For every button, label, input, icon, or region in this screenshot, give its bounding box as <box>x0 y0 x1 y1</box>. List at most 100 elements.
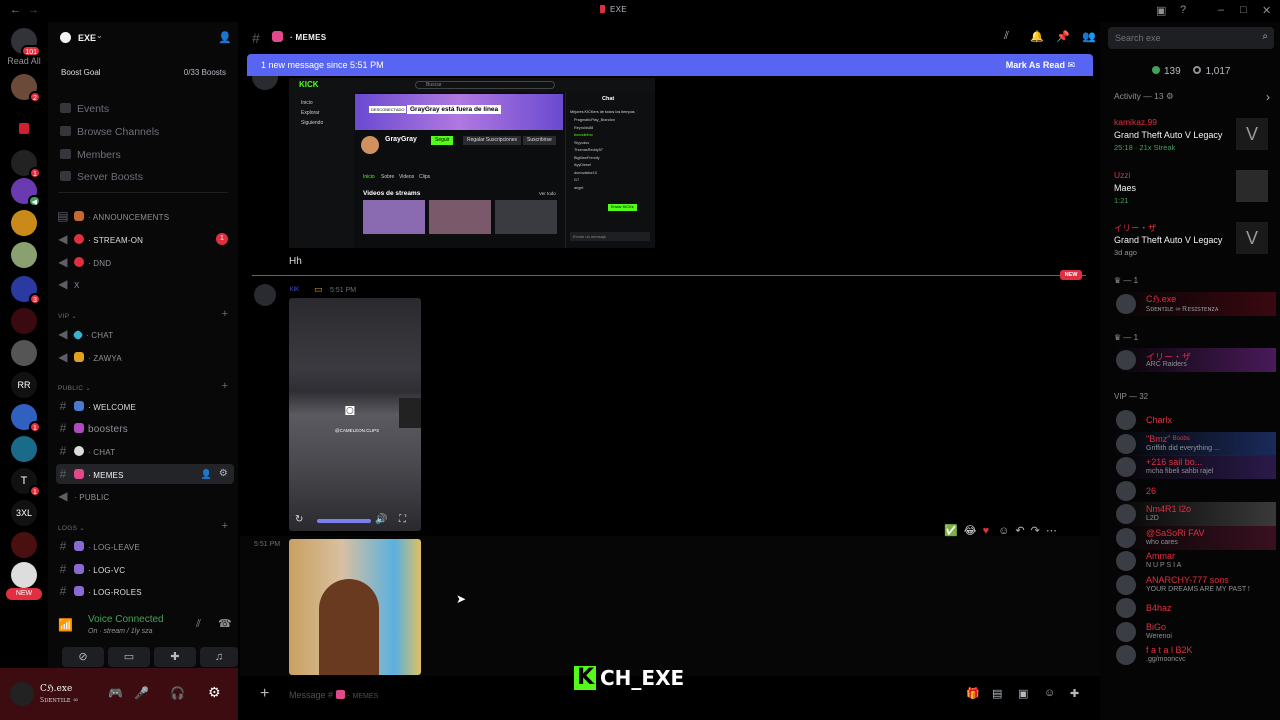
apps-icon[interactable]: ✚ <box>1070 687 1079 700</box>
screen-share-button[interactable]: ▭ <box>108 647 150 667</box>
server-icon[interactable] <box>11 562 37 588</box>
username[interactable]: Cℌ.exe <box>40 684 72 694</box>
server-icon[interactable]: 2 <box>11 74 41 103</box>
member-item[interactable]: BiGo Werenoi <box>1114 620 1276 644</box>
server-icon[interactable] <box>11 532 37 558</box>
activity-user[interactable]: Uzzi <box>1114 170 1131 180</box>
member-item[interactable]: ANARCHY-777 sons YOUR DREAMS ARE MY PAST … <box>1114 573 1276 597</box>
channel-boosters[interactable]: # boosters <box>56 418 234 438</box>
channel-stream-on[interactable]: ◀ · STREAM-ON 1 <box>56 229 234 249</box>
check-reaction-icon[interactable]: ✅ <box>944 524 958 537</box>
channel-public-chat[interactable]: # · CHAT <box>56 441 234 461</box>
minimize-icon[interactable]: – <box>1218 4 1224 16</box>
member-item[interactable]: +216 sail bo... mcha fibeli sahbi rajel <box>1114 455 1276 479</box>
server-icon[interactable]: 3XL <box>11 500 37 526</box>
channel-dnd[interactable]: ◀ · DND <box>56 252 234 272</box>
mark-as-read-button[interactable]: Mark As Read ✉ <box>1006 60 1075 71</box>
fullscreen-icon[interactable]: ⛶ <box>399 514 406 525</box>
avatar[interactable] <box>252 76 278 90</box>
volume-icon[interactable]: 🔊 <box>375 514 387 525</box>
heart-reaction-icon[interactable]: ♥ <box>983 525 990 537</box>
add-channel-icon[interactable]: + <box>222 308 228 320</box>
sticker-icon[interactable]: ▣ <box>1018 687 1028 700</box>
signal-icon[interactable]: 📶 <box>58 618 73 632</box>
message-author[interactable]: ᴷᴵᴷ <box>290 285 299 295</box>
member-item[interactable]: @SaSoRi FAV who cares <box>1114 525 1276 550</box>
message-input[interactable]: Message # · MEMES <box>289 690 378 700</box>
channel-log-roles[interactable]: # · LOG-ROLES <box>56 581 234 601</box>
server-icon[interactable] <box>11 436 37 462</box>
members-link[interactable]: Members <box>60 146 121 164</box>
video-attachment[interactable]: ◙ @CAMELEON.CLIPS ↻ 🔊 ⛶ <box>289 298 421 531</box>
forward-arrow-icon[interactable]: → <box>28 4 39 16</box>
channel-x[interactable]: ◀ X <box>56 274 234 294</box>
disconnect-icon[interactable]: ☎ <box>218 617 232 630</box>
avatar[interactable] <box>254 284 276 306</box>
server-icon[interactable] <box>11 340 37 366</box>
back-arrow-icon[interactable]: ← <box>10 4 21 16</box>
boost-goal-label[interactable]: Boost Goal <box>61 68 101 77</box>
game-controller-icon[interactable]: 🎮 <box>108 686 123 700</box>
mute-icon[interactable]: 🎤 <box>134 686 149 700</box>
noise-suppression-icon[interactable]: ⫽ <box>196 618 201 631</box>
emoji-icon[interactable]: ☺ <box>1044 687 1055 699</box>
server-icon[interactable] <box>11 210 37 236</box>
close-icon[interactable]: ✕ <box>1262 4 1271 17</box>
new-unreads-pill[interactable]: NEW <box>6 588 42 600</box>
invite-icon[interactable]: 👤 <box>201 464 212 484</box>
channel-vip-chat[interactable]: ◀ · CHAT <box>56 324 234 344</box>
more-options-icon[interactable]: ⋯ <box>1046 524 1057 537</box>
activity-user[interactable]: イリー・ザ <box>1114 222 1157 234</box>
image-attachment[interactable] <box>289 539 421 675</box>
member-item[interactable]: "Bmz" ᴮᵒᵒᵇˢ Griffith did everything ... <box>1114 431 1276 456</box>
server-icon[interactable]: 3 <box>11 276 41 305</box>
member-item[interactable]: イリー・ザ ARC Raiders <box>1114 348 1276 372</box>
category-vip[interactable]: VIP ⌄ <box>58 312 77 320</box>
server-icon[interactable] <box>11 116 37 142</box>
chevron-right-icon[interactable]: › <box>1266 90 1270 104</box>
forward-icon[interactable]: ↷ <box>1031 524 1040 537</box>
video-progress-bar[interactable] <box>317 519 371 523</box>
server-icon-exe[interactable]: 1 <box>11 150 41 179</box>
inbox-icon[interactable]: ▣ <box>1156 4 1166 17</box>
search-input[interactable]: Search exe ⌕ <box>1108 27 1274 49</box>
channel-public-voice[interactable]: ◀ · PUBLIC <box>56 486 234 506</box>
voice-connected-label[interactable]: Voice Connected <box>88 614 164 625</box>
gift-icon[interactable]: 🎁 <box>966 687 980 700</box>
threads-icon[interactable]: ⫽ <box>1004 30 1009 43</box>
channel-announcements[interactable]: ▤ · ANNOUNCEMENTS <box>56 206 234 226</box>
laugh-reaction-icon[interactable]: 😂 <box>964 524 977 537</box>
maximize-icon[interactable]: □ <box>1240 4 1247 16</box>
category-logs[interactable]: LOGS ⌄ <box>58 524 85 532</box>
category-public[interactable]: PUBLIC ⌄ <box>58 384 91 392</box>
member-item[interactable]: 26 <box>1114 479 1276 503</box>
member-list-icon[interactable]: 👥 <box>1082 30 1096 43</box>
help-icon[interactable]: ? <box>1180 4 1186 16</box>
dm-home-button[interactable]: 101 <box>11 28 41 57</box>
member-item[interactable]: Charlx <box>1114 408 1276 432</box>
deafen-icon[interactable]: 🎧 <box>170 686 185 700</box>
gear-icon[interactable]: ⚙ <box>219 464 228 484</box>
settings-gear-icon[interactable]: ⚙ <box>208 684 221 701</box>
events-link[interactable]: Events <box>60 100 109 118</box>
channel-zawya[interactable]: ◀ · ZAWYA <box>56 347 234 367</box>
invite-people-icon[interactable]: 👤 <box>218 31 232 44</box>
member-item[interactable]: Ammar N U P S I A <box>1114 549 1276 573</box>
add-channel-icon[interactable]: + <box>222 380 228 392</box>
activity-header[interactable]: Activity — 13 ⚙ <box>1114 91 1174 102</box>
gif-icon[interactable]: ▤ <box>992 687 1002 700</box>
server-icon[interactable] <box>11 242 37 268</box>
server-header[interactable]: EXE ⌄ 👤 <box>48 22 238 56</box>
avatar[interactable] <box>10 682 34 706</box>
bell-icon[interactable]: 🔔 <box>1030 30 1044 43</box>
server-icon[interactable] <box>11 308 37 334</box>
member-item[interactable]: B4haz <box>1114 596 1276 620</box>
channel-welcome[interactable]: # · WELCOME <box>56 396 234 416</box>
reply-icon[interactable]: ↶ <box>1015 524 1024 537</box>
server-icon[interactable]: ◀ <box>11 178 41 207</box>
image-attachment[interactable]: KICK Buscar Inicio Explorar Siguiendo DE… <box>289 78 655 248</box>
read-all-button[interactable]: Read All <box>0 56 48 66</box>
member-item[interactable]: Nm4R1 l2o L2D <box>1114 502 1276 526</box>
server-icon[interactable]: 1 <box>11 404 41 433</box>
add-channel-icon[interactable]: + <box>222 520 228 532</box>
